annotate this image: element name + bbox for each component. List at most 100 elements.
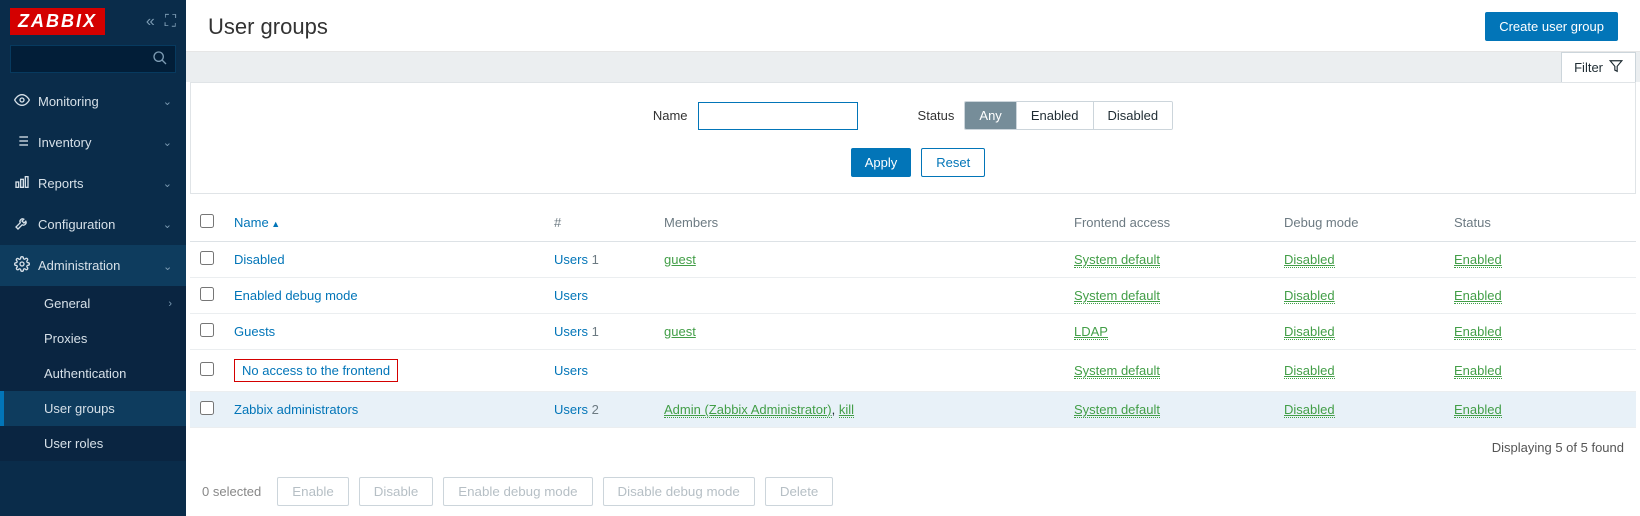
user-groups-table: Name # Members Frontend access Debug mod… — [190, 204, 1636, 428]
status-link[interactable]: Enabled — [1454, 288, 1502, 304]
users-count: 1 — [588, 324, 599, 339]
filter-actions: Apply Reset — [191, 148, 1635, 177]
member-link[interactable]: kill — [839, 402, 854, 418]
filter-tab[interactable]: Filter — [1561, 52, 1636, 82]
nav-item-monitoring[interactable]: Monitoring ⌄ — [0, 81, 186, 122]
nav-item-administration[interactable]: Administration ⌃ — [0, 245, 186, 286]
row-checkbox[interactable] — [200, 251, 214, 265]
col-header-name[interactable]: Name — [234, 215, 280, 230]
apply-button[interactable]: Apply — [851, 148, 912, 177]
bulk-enable-debug-button[interactable]: Enable debug mode — [443, 477, 592, 506]
filter-tab-label: Filter — [1574, 60, 1603, 75]
filter-icon — [1609, 59, 1623, 76]
admin-subnav: General › Proxies Authentication User gr… — [0, 286, 186, 461]
select-all-checkbox[interactable] — [200, 214, 214, 228]
nav-item-configuration[interactable]: Configuration ⌄ — [0, 204, 186, 245]
users-count: 1 — [588, 252, 599, 267]
bulk-actions: 0 selected Enable Disable Enable debug m… — [190, 467, 1636, 516]
frontend-access-link[interactable]: System default — [1074, 402, 1160, 418]
status-link[interactable]: Enabled — [1454, 402, 1502, 418]
subnav-authentication[interactable]: Authentication — [0, 356, 186, 391]
create-user-group-button[interactable]: Create user group — [1485, 12, 1618, 41]
row-checkbox[interactable] — [200, 401, 214, 415]
row-checkbox[interactable] — [200, 287, 214, 301]
users-link[interactable]: Users — [554, 402, 588, 417]
col-header-debug: Debug mode — [1274, 204, 1444, 242]
page-title: User groups — [208, 14, 328, 40]
filter-toggle-bar: Filter — [186, 52, 1640, 82]
bulk-disable-button[interactable]: Disable — [359, 477, 433, 506]
bulk-disable-debug-button[interactable]: Disable debug mode — [603, 477, 755, 506]
subnav-user-roles[interactable]: User roles — [0, 426, 186, 461]
chevron-down-icon: ⌄ — [163, 136, 172, 149]
debug-mode-link[interactable]: Disabled — [1284, 324, 1335, 340]
users-count: 2 — [588, 402, 599, 417]
group-name-link[interactable]: Guests — [234, 324, 275, 339]
nav-label: Reports — [38, 176, 84, 191]
filter-name-input[interactable] — [698, 102, 858, 130]
subnav-proxies[interactable]: Proxies — [0, 321, 186, 356]
status-link[interactable]: Enabled — [1454, 252, 1502, 268]
nav-label: Administration — [38, 258, 120, 273]
member-link[interactable]: guest — [664, 324, 696, 339]
frontend-access-link[interactable]: System default — [1074, 252, 1160, 268]
member-link[interactable]: guest — [664, 252, 696, 267]
bulk-delete-button[interactable]: Delete — [765, 477, 834, 506]
debug-mode-link[interactable]: Disabled — [1284, 402, 1335, 418]
group-name-link[interactable]: Disabled — [234, 252, 285, 267]
subnav-general[interactable]: General › — [0, 286, 186, 321]
status-link[interactable]: Enabled — [1454, 363, 1502, 379]
debug-mode-link[interactable]: Disabled — [1284, 252, 1335, 268]
row-checkbox[interactable] — [200, 362, 214, 376]
table-row: Guests Users 1 guest LDAP Disabled Enabled — [190, 314, 1636, 350]
nav-item-inventory[interactable]: Inventory ⌄ — [0, 122, 186, 163]
users-link[interactable]: Users — [554, 252, 588, 267]
sidebar-top-icons: « ⛶ — [146, 13, 176, 31]
frontend-access-link[interactable]: LDAP — [1074, 324, 1108, 340]
wrench-icon — [14, 215, 38, 234]
users-link[interactable]: Users — [554, 363, 588, 378]
sidebar-search — [10, 45, 176, 73]
frontend-access-link[interactable]: System default — [1074, 288, 1160, 304]
group-name-link[interactable]: No access to the frontend — [242, 363, 390, 378]
nav-label: Inventory — [38, 135, 91, 150]
bulk-enable-button[interactable]: Enable — [277, 477, 349, 506]
reset-button[interactable]: Reset — [921, 148, 985, 177]
table-header-row: Name # Members Frontend access Debug mod… — [190, 204, 1636, 242]
nav-label: Configuration — [38, 217, 115, 232]
col-header-frontend: Frontend access — [1064, 204, 1274, 242]
users-link[interactable]: Users — [554, 288, 588, 303]
filter-panel: Name Status Any Enabled Disabled Apply R… — [190, 82, 1636, 194]
group-name-link[interactable]: Enabled debug mode — [234, 288, 358, 303]
subnav-label: General — [44, 296, 90, 311]
group-name-link[interactable]: Zabbix administrators — [234, 402, 358, 417]
subnav-label: User roles — [44, 436, 103, 451]
status-option-disabled[interactable]: Disabled — [1093, 102, 1173, 129]
subnav-label: Authentication — [44, 366, 126, 381]
table-row: Zabbix administrators Users 2 Admin (Zabbi… — [190, 392, 1636, 428]
row-checkbox[interactable] — [200, 323, 214, 337]
status-link[interactable]: Enabled — [1454, 324, 1502, 340]
logo[interactable]: ZABBIX — [10, 8, 105, 35]
nav-item-reports[interactable]: Reports ⌄ — [0, 163, 186, 204]
debug-mode-link[interactable]: Disabled — [1284, 288, 1335, 304]
sidebar-collapse-icon[interactable]: « — [146, 13, 155, 31]
table-row: Disabled Users 1 guest System default Disabl… — [190, 242, 1636, 278]
table-footer: Displaying 5 of 5 found — [190, 428, 1636, 467]
page-header: User groups Create user group — [186, 0, 1640, 52]
users-link[interactable]: Users — [554, 324, 588, 339]
member-link[interactable]: Admin (Zabbix Administrator) — [664, 402, 832, 418]
status-option-enabled[interactable]: Enabled — [1016, 102, 1093, 129]
main-content: User groups Create user group Filter Nam… — [186, 0, 1640, 516]
subnav-user-groups[interactable]: User groups — [0, 391, 186, 426]
frontend-access-link[interactable]: System default — [1074, 363, 1160, 379]
debug-mode-link[interactable]: Disabled — [1284, 363, 1335, 379]
subnav-label: Proxies — [44, 331, 87, 346]
status-option-any[interactable]: Any — [965, 102, 1015, 129]
col-header-num: # — [544, 204, 654, 242]
search-icon[interactable] — [152, 50, 168, 71]
filter-status-field: Status Any Enabled Disabled — [918, 101, 1174, 130]
col-header-status: Status — [1444, 204, 1636, 242]
sidebar-edit-icon[interactable]: ⛶ — [165, 13, 176, 31]
gear-icon — [14, 256, 38, 275]
